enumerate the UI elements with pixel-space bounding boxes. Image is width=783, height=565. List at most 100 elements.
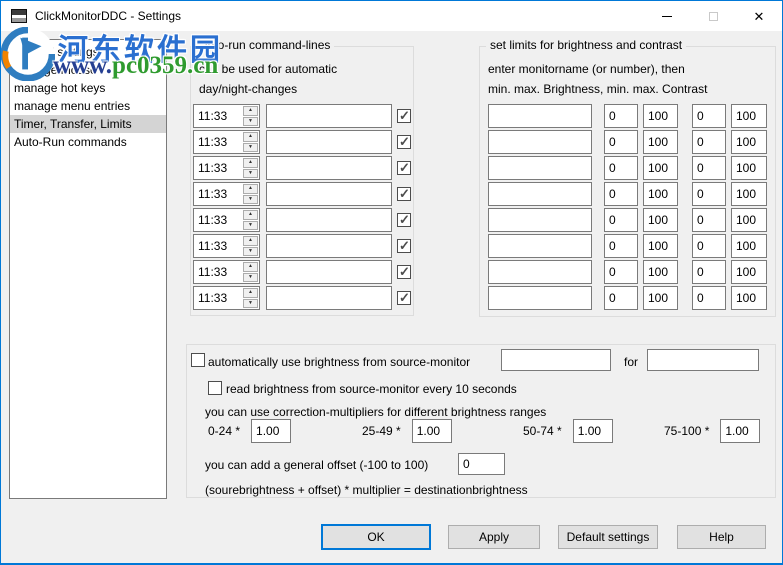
command-line-input[interactable] <box>266 286 392 310</box>
min-brightness-input[interactable] <box>604 104 638 128</box>
min-brightness-input[interactable] <box>604 156 638 180</box>
multiplier-input[interactable] <box>720 419 761 443</box>
command-line-input[interactable] <box>266 156 392 180</box>
monitor-name-input[interactable] <box>488 286 592 310</box>
enabled-checkbox[interactable] <box>397 264 411 280</box>
enabled-checkbox[interactable] <box>397 212 411 228</box>
sidebar-item[interactable]: general settings <box>10 43 166 61</box>
max-brightness-input[interactable] <box>643 208 678 232</box>
sidebar-item[interactable]: manage mouse <box>10 61 166 79</box>
enabled-checkbox[interactable] <box>397 186 411 202</box>
auto-use-brightness-checkbox[interactable] <box>191 353 205 367</box>
min-contrast-input[interactable] <box>692 156 726 180</box>
monitor-name-input[interactable] <box>488 104 592 128</box>
min-brightness-input[interactable] <box>604 260 638 284</box>
spin-up-button[interactable]: ▲ <box>243 158 258 168</box>
max-contrast-input[interactable] <box>731 156 767 180</box>
command-line-input[interactable] <box>266 208 392 232</box>
max-brightness-input[interactable] <box>643 286 678 310</box>
sidebar-item[interactable]: Auto-Run commands <box>10 133 166 151</box>
max-contrast-input[interactable] <box>731 286 767 310</box>
multiplier-input[interactable] <box>251 419 292 443</box>
max-brightness-input[interactable] <box>643 234 678 258</box>
multiplier-input[interactable] <box>411 419 452 443</box>
max-brightness-input[interactable] <box>643 156 678 180</box>
maximize-button[interactable] <box>690 1 736 31</box>
ok-button[interactable]: OK <box>321 524 431 550</box>
monitor-name-input[interactable] <box>488 182 592 206</box>
help-button[interactable]: Help <box>677 525 766 549</box>
max-brightness-input[interactable] <box>643 182 678 206</box>
max-brightness-input[interactable] <box>643 130 678 154</box>
monitor-name-input[interactable] <box>488 156 592 180</box>
source-monitor-input[interactable] <box>501 349 611 371</box>
max-contrast-input[interactable] <box>731 104 767 128</box>
minimize-button[interactable] <box>644 1 690 31</box>
time-input[interactable] <box>194 131 242 153</box>
multiplier-input[interactable] <box>572 419 613 443</box>
monitor-name-input[interactable] <box>488 130 592 154</box>
enabled-checkbox[interactable] <box>397 108 411 124</box>
command-line-input[interactable] <box>266 260 392 284</box>
max-contrast-input[interactable] <box>731 130 767 154</box>
min-brightness-input[interactable] <box>604 130 638 154</box>
min-brightness-input[interactable] <box>604 208 638 232</box>
max-contrast-input[interactable] <box>731 208 767 232</box>
read-brightness-checkbox[interactable] <box>208 381 222 395</box>
sidebar-item[interactable]: Timer, Transfer, Limits <box>10 115 166 133</box>
min-contrast-input[interactable] <box>692 208 726 232</box>
spin-down-button[interactable]: ▼ <box>243 298 258 308</box>
spin-down-button[interactable]: ▼ <box>243 194 258 204</box>
spin-up-button[interactable]: ▲ <box>243 132 258 142</box>
min-contrast-input[interactable] <box>692 234 726 258</box>
time-input[interactable] <box>194 105 242 127</box>
min-contrast-input[interactable] <box>692 104 726 128</box>
max-contrast-input[interactable] <box>731 182 767 206</box>
spin-up-button[interactable]: ▲ <box>243 236 258 246</box>
spin-down-button[interactable]: ▼ <box>243 246 258 256</box>
spin-up-button[interactable]: ▲ <box>243 184 258 194</box>
min-contrast-input[interactable] <box>692 130 726 154</box>
apply-button[interactable]: Apply <box>448 525 540 549</box>
time-input[interactable] <box>194 183 242 205</box>
max-contrast-input[interactable] <box>731 234 767 258</box>
min-brightness-input[interactable] <box>604 182 638 206</box>
enabled-checkbox[interactable] <box>397 290 411 306</box>
offset-input[interactable] <box>458 453 505 475</box>
min-brightness-input[interactable] <box>604 234 638 258</box>
spin-down-button[interactable]: ▼ <box>243 142 258 152</box>
spin-down-button[interactable]: ▼ <box>243 220 258 230</box>
min-brightness-input[interactable] <box>604 286 638 310</box>
default-settings-button[interactable]: Default settings <box>558 525 658 549</box>
max-brightness-input[interactable] <box>643 104 678 128</box>
command-line-input[interactable] <box>266 182 392 206</box>
enabled-checkbox[interactable] <box>397 238 411 254</box>
min-contrast-input[interactable] <box>692 260 726 284</box>
spin-up-button[interactable]: ▲ <box>243 262 258 272</box>
time-input[interactable] <box>194 261 242 283</box>
min-contrast-input[interactable] <box>692 182 726 206</box>
enabled-checkbox[interactable] <box>397 160 411 176</box>
time-input[interactable] <box>194 287 242 309</box>
command-line-input[interactable] <box>266 104 392 128</box>
max-brightness-input[interactable] <box>643 260 678 284</box>
sidebar-item[interactable]: manage menu entries <box>10 97 166 115</box>
sidebar-item[interactable]: manage hot keys <box>10 79 166 97</box>
destination-monitor-input[interactable] <box>647 349 759 371</box>
monitor-name-input[interactable] <box>488 234 592 258</box>
spin-down-button[interactable]: ▼ <box>243 116 258 126</box>
enabled-checkbox[interactable] <box>397 134 411 150</box>
spin-up-button[interactable]: ▲ <box>243 288 258 298</box>
spin-down-button[interactable]: ▼ <box>243 168 258 178</box>
time-input[interactable] <box>194 157 242 179</box>
close-button[interactable]: ✕ <box>736 1 782 31</box>
monitor-name-input[interactable] <box>488 208 592 232</box>
spin-up-button[interactable]: ▲ <box>243 106 258 116</box>
max-contrast-input[interactable] <box>731 260 767 284</box>
spin-up-button[interactable]: ▲ <box>243 210 258 220</box>
time-input[interactable] <box>194 235 242 257</box>
min-contrast-input[interactable] <box>692 286 726 310</box>
spin-down-button[interactable]: ▼ <box>243 272 258 282</box>
command-line-input[interactable] <box>266 234 392 258</box>
monitor-name-input[interactable] <box>488 260 592 284</box>
